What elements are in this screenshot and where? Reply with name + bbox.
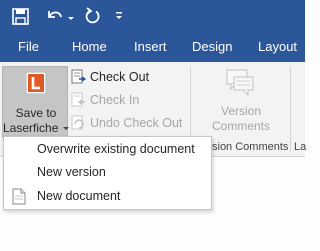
next-group-label: La [294, 141, 307, 153]
save-to-laserfiche-button[interactable]: Save to Laserfiche [2, 66, 69, 138]
version-comments-button[interactable]: Version Comments [198, 66, 284, 138]
version-comments-label-line2: Comments [211, 119, 270, 133]
ribbon-tabs: File Home Insert Design Layout [0, 34, 305, 62]
chevron-down-icon [68, 17, 74, 20]
undo-check-out-button[interactable]: Undo Check Out [70, 112, 185, 134]
undo-check-out-label: Undo Check Out [90, 116, 183, 130]
chevron-down-icon [62, 126, 69, 130]
tab-insert[interactable]: Insert [134, 34, 167, 62]
check-in-icon [71, 92, 85, 107]
check-out-icon [71, 69, 86, 84]
quick-access-toolbar [0, 0, 305, 34]
check-in-label: Check In [90, 93, 140, 107]
redo-icon [85, 7, 100, 24]
version-comments-label-line1: Version [220, 104, 262, 118]
save-options-menu: Overwrite existing document New version … [3, 136, 212, 210]
laserfiche-icon [26, 72, 46, 94]
undo-button[interactable] [44, 0, 66, 34]
customize-qat-button[interactable] [111, 0, 127, 34]
save-button-label-line2: Laserfiche [3, 121, 69, 135]
save-button-label-line1: Save to [15, 106, 57, 120]
tab-design[interactable]: Design [192, 34, 232, 62]
save-icon [12, 8, 29, 25]
redo-button[interactable] [80, 0, 102, 34]
undo-dropdown-button[interactable] [66, 0, 76, 34]
document-icon [12, 188, 26, 205]
group-separator [290, 66, 291, 152]
comments-icon [226, 69, 254, 97]
tab-file[interactable]: File [18, 34, 39, 62]
undo-icon [48, 11, 62, 18]
save-qat-button[interactable] [10, 0, 32, 34]
tab-layout[interactable]: Layout [258, 34, 297, 62]
menu-item-new-document[interactable]: New document [4, 185, 211, 208]
menu-item-label: Overwrite existing document [37, 142, 195, 156]
version-comments-group-label: sion Comments [212, 141, 289, 153]
check-out-button[interactable]: Check Out [70, 66, 185, 88]
undo-check-out-icon [71, 115, 84, 130]
tab-home[interactable]: Home [72, 34, 107, 62]
menu-item-new-version[interactable]: New version [4, 161, 211, 184]
menu-item-label: New version [37, 165, 106, 179]
customize-qat-icon [116, 12, 122, 19]
menu-item-label: New document [37, 189, 121, 203]
check-out-label: Check Out [90, 70, 150, 84]
menu-item-overwrite-existing[interactable]: Overwrite existing document [4, 138, 211, 161]
check-in-button[interactable]: Check In [70, 89, 185, 111]
